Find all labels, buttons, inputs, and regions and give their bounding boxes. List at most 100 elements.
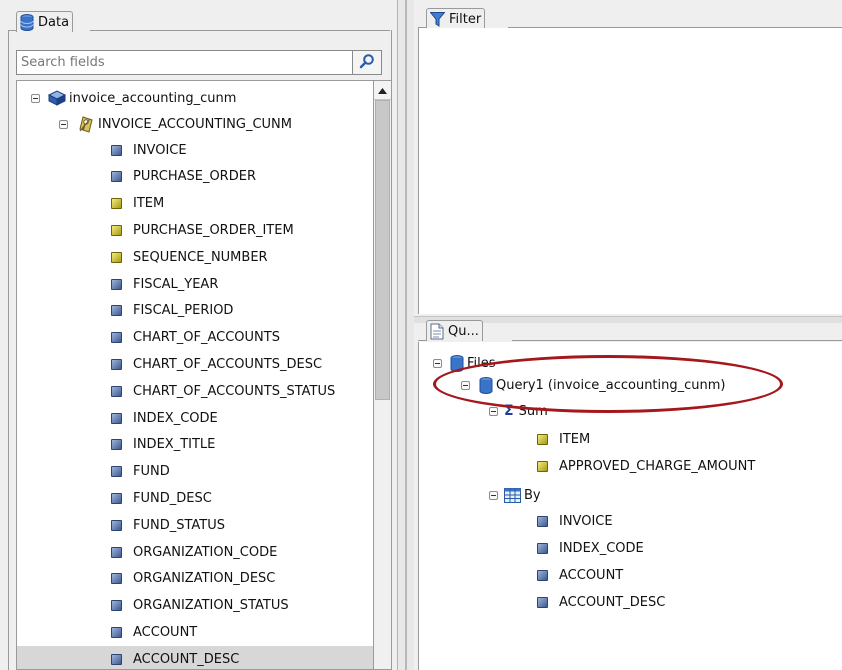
dimension-field-icon [111,385,122,397]
filter-panel-header: Filter [426,8,486,29]
filter-area[interactable] [418,28,842,314]
field-label: INDEX_TITLE [133,437,216,453]
field-row[interactable]: FUND_DESC [17,485,373,511]
field-label: ACCOUNT [559,567,624,583]
field-row[interactable]: ORGANIZATION_STATUS [17,593,373,619]
dimension-field-icon [111,171,122,183]
splitter-divider [405,0,407,670]
dimension-field-icon [537,515,548,527]
collapse-icon[interactable] [461,380,470,390]
dimension-field-icon [111,492,122,504]
field-label: ACCOUNT_DESC [559,594,666,610]
sum-label: Sum [518,403,548,419]
field-row[interactable]: CHART_OF_ACCOUNTS_STATUS [17,378,373,404]
dimension-field-icon [111,278,122,290]
field-row[interactable]: INDEX_TITLE [17,432,373,458]
field-label: ITEM [133,196,165,212]
tree-sum-node[interactable]: Σ Sum [489,398,548,424]
field-label: INVOICE [133,142,187,158]
files-label: Files [467,355,496,371]
dimension-field-icon [111,439,122,451]
data-panel: Data invoice_accounting_cunm [0,0,398,670]
dimension-field-icon [111,332,122,344]
field-label: ACCOUNT [133,624,198,640]
scroll-thumb[interactable] [375,100,390,400]
dimension-field-icon [537,542,548,554]
tree-query-node[interactable]: Query1 (invoice_accounting_cunm) [461,372,726,398]
by-label: By [524,487,541,503]
collapse-icon[interactable] [59,119,68,129]
scroll-up-button[interactable] [374,81,391,100]
sum-field-row[interactable]: APPROVED_CHARGE_AMOUNT [419,453,842,479]
sum-field-row[interactable]: ITEM [419,426,842,452]
field-row[interactable]: ORGANIZATION_DESC [17,566,373,592]
field-label: ITEM [559,431,591,447]
search-icon [359,53,375,73]
tree-root-datasource[interactable]: invoice_accounting_cunm [31,85,236,111]
grid-icon [504,487,521,503]
field-row[interactable]: ACCOUNT_DESC [17,646,373,669]
collapse-icon[interactable] [433,358,442,368]
measure-field-icon [111,251,122,263]
collapse-icon[interactable] [489,406,498,416]
dimension-field-icon [111,600,122,612]
field-label: ORGANIZATION_DESC [133,571,276,587]
field-row[interactable]: INDEX_CODE [17,405,373,431]
field-row[interactable]: FISCAL_YEAR [17,271,373,297]
field-label: CHART_OF_ACCOUNTS_DESC [133,356,323,372]
field-label: FUND [133,464,170,480]
field-row[interactable]: FUND [17,459,373,485]
field-row[interactable]: PURCHASE_ORDER [17,164,373,190]
field-label: INDEX_CODE [559,540,644,556]
tree-table-node[interactable]: INVOICE_ACCOUNTING_CUNM [59,111,292,137]
measure-field-icon [537,433,548,445]
dimension-field-icon [111,305,122,317]
field-row[interactable]: PURCHASE_ORDER_ITEM [17,217,373,243]
funnel-icon [429,11,446,27]
field-label: INDEX_CODE [133,410,218,426]
query-panel-title: Qu... [448,323,479,339]
field-label: INVOICE [559,513,613,529]
by-field-row[interactable]: ACCOUNT_DESC [419,589,842,615]
field-row[interactable]: FUND_STATUS [17,512,373,538]
field-row[interactable]: CHART_OF_ACCOUNTS [17,325,373,351]
query-tree: Files Query1 (invoice_accounting_cunm) Σ… [418,342,842,670]
measure-field-icon [111,224,122,236]
measure-field-icon [537,460,548,472]
dimension-field-icon [111,546,122,558]
collapse-icon[interactable] [31,93,40,103]
database-icon [450,354,464,372]
data-panel-title: Data [38,14,70,30]
field-row[interactable]: CHART_OF_ACCOUNTS_DESC [17,351,373,377]
field-row[interactable]: SEQUENCE_NUMBER [17,244,373,270]
by-field-row[interactable]: ACCOUNT [419,562,842,588]
database-icon [20,13,34,31]
field-row[interactable]: FISCAL_PERIOD [17,298,373,324]
collapse-icon[interactable] [489,490,498,500]
tree-table-label: INVOICE_ACCOUNTING_CUNM [98,116,292,132]
field-label: CHART_OF_ACCOUNTS [133,330,280,346]
field-row[interactable]: ACCOUNT [17,619,373,645]
by-field-row[interactable]: INDEX_CODE [419,535,842,561]
measure-field-icon [111,198,122,210]
dimension-field-icon [111,466,122,478]
field-row[interactable]: ITEM [17,191,373,217]
field-label: FUND_STATUS [133,517,226,533]
sigma-icon: Σ [504,403,514,419]
dimension-field-icon [111,653,122,665]
vertical-scrollbar[interactable] [373,80,392,670]
dimension-field-icon [111,519,122,531]
filter-panel-title: Filter [449,11,482,27]
field-row[interactable]: ORGANIZATION_CODE [17,539,373,565]
search-button[interactable] [352,51,381,74]
query-label: Query1 (invoice_accounting_cunm) [496,377,726,393]
field-label: APPROVED_CHARGE_AMOUNT [559,458,756,474]
by-field-row[interactable]: INVOICE [419,508,842,534]
arrow-up-icon [378,83,387,98]
tree-by-node[interactable]: By [489,482,541,508]
field-row[interactable]: INVOICE [17,137,373,163]
search-box [16,50,382,75]
data-panel-header: Data [16,11,74,32]
search-fields-input[interactable] [17,51,355,74]
field-label: ORGANIZATION_CODE [133,544,278,560]
